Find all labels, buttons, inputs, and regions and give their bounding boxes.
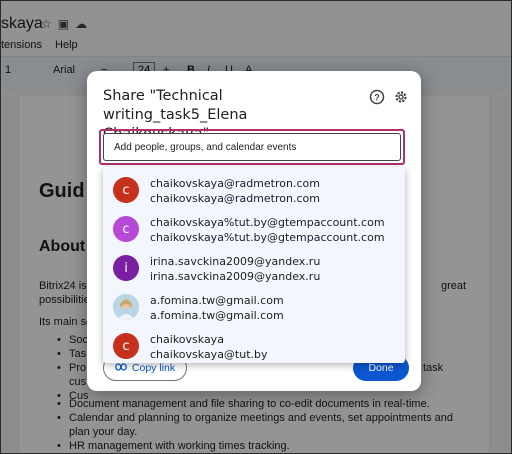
add-people-input[interactable] — [103, 133, 401, 161]
suggestion-name: chaikovskaya%tut.by@gtempaccount.com — [150, 216, 385, 229]
suggestion-item[interactable]: c chaikovskaya@radmetron.com chaikovskay… — [103, 171, 405, 210]
suggestion-email: chaikovskaya@tut.by — [150, 348, 268, 361]
suggestion-name: chaikovskaya — [150, 333, 224, 346]
suggestion-item[interactable]: i irina.savckina2009@yandex.ru irina.sav… — [103, 249, 405, 288]
suggestion-item[interactable]: a.fomina.tw@gmail.com a.fomina.tw@gmail.… — [103, 288, 405, 327]
suggestion-email: a.fomina.tw@gmail.com — [150, 309, 284, 322]
suggestion-email: chaikovskaya@radmetron.com — [150, 192, 320, 205]
gear-icon[interactable] — [391, 87, 411, 107]
add-people-field-focus-ring — [99, 129, 405, 165]
suggestion-name: a.fomina.tw@gmail.com — [150, 294, 284, 307]
svg-text:?: ? — [374, 93, 380, 103]
avatar: c — [113, 216, 139, 242]
avatar-photo — [113, 294, 139, 320]
suggestion-name: irina.savckina2009@yandex.ru — [150, 255, 321, 268]
suggestion-item[interactable]: c chaikovskaya chaikovskaya@tut.by — [103, 327, 405, 366]
suggestion-item[interactable]: c chaikovskaya%tut.by@gtempaccount.com c… — [103, 210, 405, 249]
suggestion-email: irina.savckina2009@yandex.ru — [150, 270, 321, 283]
suggestion-email: chaikovskaya%tut.by@gtempaccount.com — [150, 231, 385, 244]
avatar: c — [113, 333, 139, 359]
avatar: i — [113, 255, 139, 281]
suggestions-dropdown: c chaikovskaya@radmetron.com chaikovskay… — [103, 167, 405, 363]
suggestion-name: chaikovskaya@radmetron.com — [150, 177, 320, 190]
help-circle-icon[interactable]: ? — [367, 87, 387, 107]
app-window: skaya ☆▣☁ tensions Help 1 Arial − 24 + B… — [0, 0, 512, 454]
avatar: c — [113, 177, 139, 203]
